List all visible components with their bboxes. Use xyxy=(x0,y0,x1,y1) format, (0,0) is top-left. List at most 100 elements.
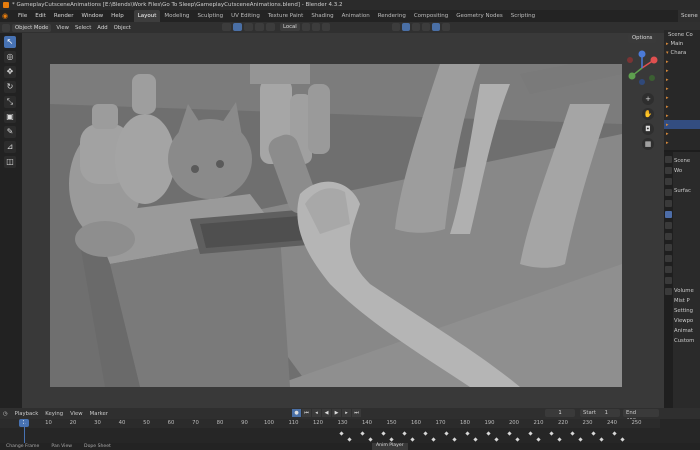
viewport-toggle-icon[interactable] xyxy=(233,23,242,31)
keyframe-marker[interactable] xyxy=(360,431,365,436)
keyframe-marker[interactable] xyxy=(549,431,554,436)
transform-orientation-dropdown[interactable]: Local xyxy=(280,23,300,31)
end-frame-field[interactable]: End 400 xyxy=(623,409,659,424)
data-tab-icon[interactable] xyxy=(665,288,672,295)
play-reverse-icon[interactable]: ◀ xyxy=(322,409,331,417)
move-tool-icon[interactable]: ✥ xyxy=(4,66,16,78)
outliner-row[interactable]: ▸ xyxy=(664,93,700,102)
tab-scripting[interactable]: Scripting xyxy=(507,10,539,22)
keyframe-marker[interactable] xyxy=(591,431,596,436)
cursor-tool-icon[interactable]: ◎ xyxy=(4,51,16,63)
visibility-icon[interactable] xyxy=(392,23,400,31)
outliner-row[interactable]: ▸ xyxy=(664,57,700,66)
timeline-editor-icon[interactable]: ◷ xyxy=(3,411,8,417)
tool-tab-icon[interactable] xyxy=(665,156,672,163)
tab-modeling[interactable]: Modeling xyxy=(160,10,193,22)
menu-add[interactable]: Add xyxy=(97,25,107,31)
prop-section-custom[interactable]: Custom xyxy=(674,336,700,346)
snap-icon[interactable] xyxy=(311,23,320,31)
shading-solid-icon[interactable] xyxy=(432,23,440,31)
select-tool-icon[interactable]: ↖ xyxy=(4,36,16,48)
keyframe-marker[interactable] xyxy=(578,437,583,442)
start-frame-field[interactable]: Start 1 xyxy=(580,409,620,417)
keyframe-marker[interactable] xyxy=(410,437,415,442)
mode-dropdown[interactable]: Object Mode xyxy=(12,23,52,32)
viewport-toggle-icon[interactable] xyxy=(255,23,264,31)
add-cube-tool-icon[interactable]: ◫ xyxy=(4,156,16,168)
world-tab-icon[interactable] xyxy=(665,211,672,218)
outliner-row[interactable]: ▾ Chara xyxy=(664,48,700,57)
menu-keying[interactable]: Keying xyxy=(45,411,63,417)
3d-viewport[interactable]: Options + ✋ ◘ ▦ xyxy=(22,33,664,408)
measure-tool-icon[interactable]: ⊿ xyxy=(4,141,16,153)
view-layer-tab-icon[interactable] xyxy=(665,189,672,196)
keyframe-marker[interactable] xyxy=(507,431,512,436)
keyframe-marker[interactable] xyxy=(381,431,386,436)
keyframe-marker[interactable] xyxy=(368,437,373,442)
viewport-toggle-icon[interactable] xyxy=(266,23,275,31)
blender-logo-icon[interactable]: ◉ xyxy=(2,12,11,20)
keyframe-marker[interactable] xyxy=(536,437,541,442)
keyframe-marker[interactable] xyxy=(339,431,344,436)
tab-sculpting[interactable]: Sculpting xyxy=(193,10,227,22)
pivot-icon[interactable] xyxy=(301,23,310,31)
tab-uv-editing[interactable]: UV Editing xyxy=(227,10,264,22)
prop-section-viewport[interactable]: Viewpo xyxy=(674,316,700,326)
current-frame-field[interactable]: 1 xyxy=(545,409,575,417)
camera-icon[interactable]: ◘ xyxy=(642,123,654,135)
keyframe-marker[interactable] xyxy=(570,431,575,436)
prop-section-surface[interactable]: Surfac xyxy=(674,186,700,196)
keyframe-marker[interactable] xyxy=(473,437,478,442)
tab-shading[interactable]: Shading xyxy=(307,10,337,22)
outliner-row[interactable]: ▸ xyxy=(664,111,700,120)
overlay-icon[interactable] xyxy=(412,23,420,31)
keyframe-track[interactable] xyxy=(0,428,660,443)
tab-geometry-nodes[interactable]: Geometry Nodes xyxy=(452,10,506,22)
menu-help[interactable]: Help xyxy=(107,10,128,22)
tab-rendering[interactable]: Rendering xyxy=(374,10,410,22)
menu-file[interactable]: File xyxy=(14,10,31,22)
proportional-icon[interactable] xyxy=(321,23,330,31)
viewport-toggle-icon[interactable] xyxy=(244,23,253,31)
tab-animation[interactable]: Animation xyxy=(338,10,374,22)
output-tab-icon[interactable] xyxy=(665,178,672,185)
menu-marker[interactable]: Marker xyxy=(90,411,108,417)
zoom-icon[interactable]: + xyxy=(642,93,654,105)
keyframe-marker[interactable] xyxy=(431,437,436,442)
keyframe-marker[interactable] xyxy=(402,431,407,436)
collection-tab-icon[interactable] xyxy=(665,222,672,229)
options-dropdown[interactable]: Options xyxy=(628,34,657,43)
keyframe-marker[interactable] xyxy=(465,431,470,436)
play-icon[interactable]: ▶ xyxy=(332,409,341,417)
physics-tab-icon[interactable] xyxy=(665,266,672,273)
outliner-row[interactable]: ▸ xyxy=(664,66,700,75)
keyframe-marker[interactable] xyxy=(347,437,352,442)
outliner-row[interactable]: ▸ xyxy=(664,75,700,84)
xray-icon[interactable] xyxy=(422,23,430,31)
scene-selector[interactable]: Scene xyxy=(678,10,700,22)
menu-select[interactable]: Select xyxy=(75,25,91,31)
constraints-tab-icon[interactable] xyxy=(665,277,672,284)
prop-section-settings[interactable]: Setting xyxy=(674,306,700,316)
outliner-row-selected[interactable]: ▸ xyxy=(664,120,700,129)
shading-material-icon[interactable] xyxy=(442,23,450,31)
prop-section-mist-pass[interactable]: Mist P xyxy=(674,296,700,306)
gizmo-icon[interactable] xyxy=(402,23,410,31)
editor-type-icon[interactable] xyxy=(2,23,10,32)
keyframe-marker[interactable] xyxy=(389,437,394,442)
keyframe-marker[interactable] xyxy=(612,431,617,436)
navigation-gizmo-icon[interactable] xyxy=(622,48,662,88)
viewport-toggle-icon[interactable] xyxy=(222,23,231,31)
outliner-row[interactable]: ▸ xyxy=(664,102,700,111)
outliner-row[interactable]: ▸ xyxy=(664,129,700,138)
render-tab-icon[interactable] xyxy=(665,167,672,174)
outliner-row[interactable]: ▸ xyxy=(664,84,700,93)
tab-compositing[interactable]: Compositing xyxy=(410,10,452,22)
grid-icon[interactable]: ▦ xyxy=(642,138,654,150)
transform-tool-icon[interactable]: ▣ xyxy=(4,111,16,123)
outliner-row[interactable]: ▸ xyxy=(664,138,700,147)
keyframe-marker[interactable] xyxy=(423,431,428,436)
menu-object[interactable]: Object xyxy=(114,25,131,31)
particles-tab-icon[interactable] xyxy=(665,255,672,262)
prev-key-icon[interactable]: ◂ xyxy=(312,409,321,417)
